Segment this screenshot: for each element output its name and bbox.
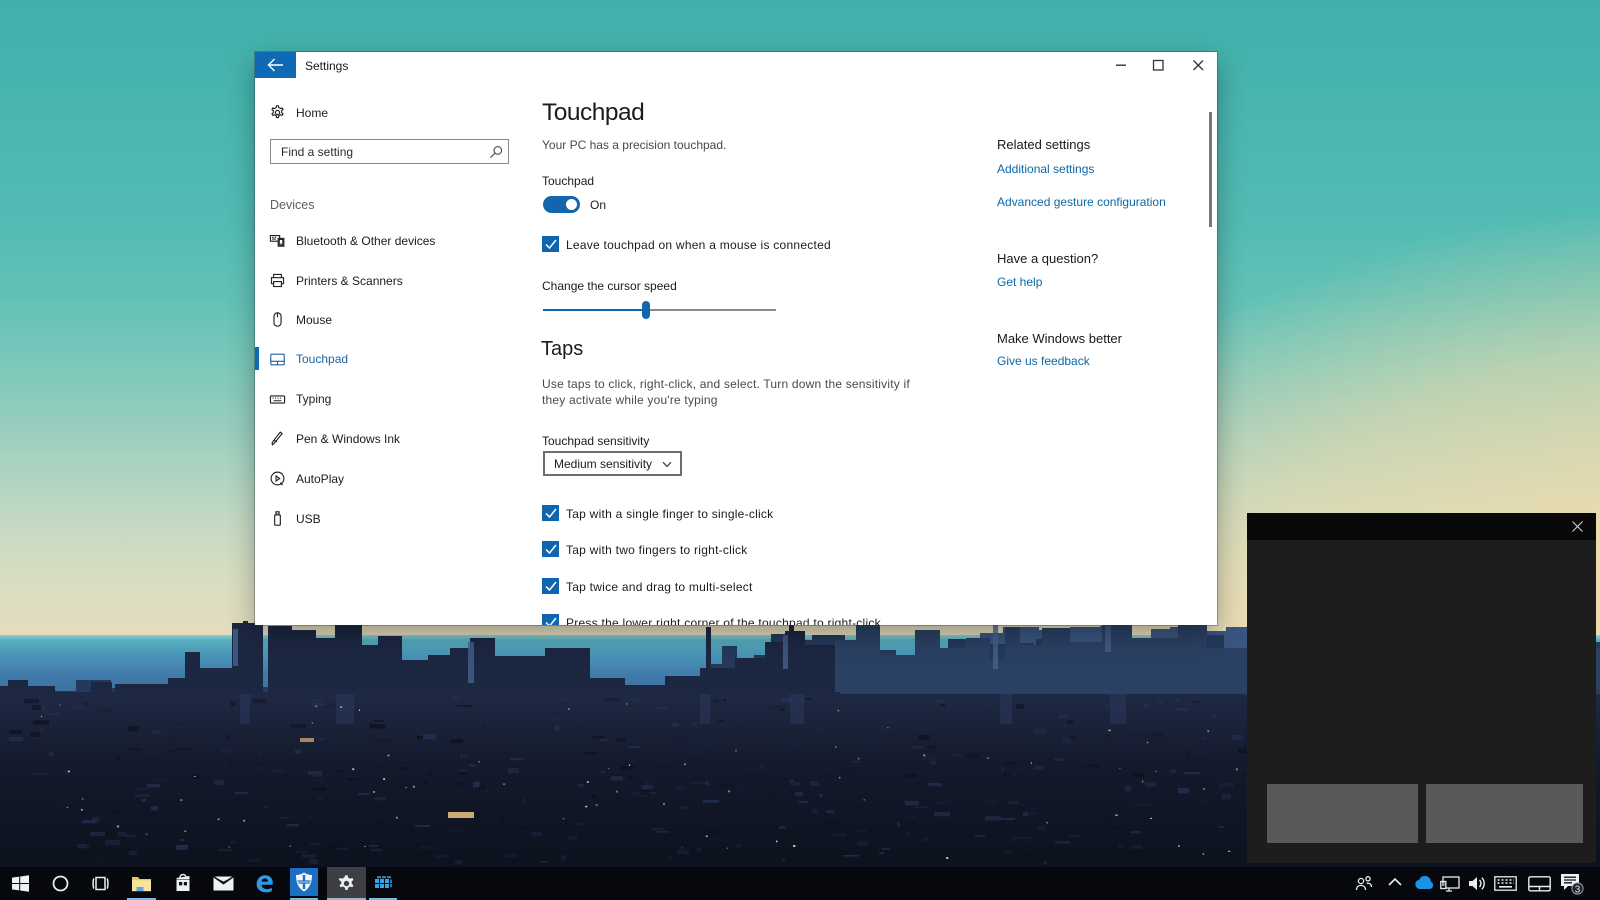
svg-text:3: 3 [1575, 884, 1581, 895]
